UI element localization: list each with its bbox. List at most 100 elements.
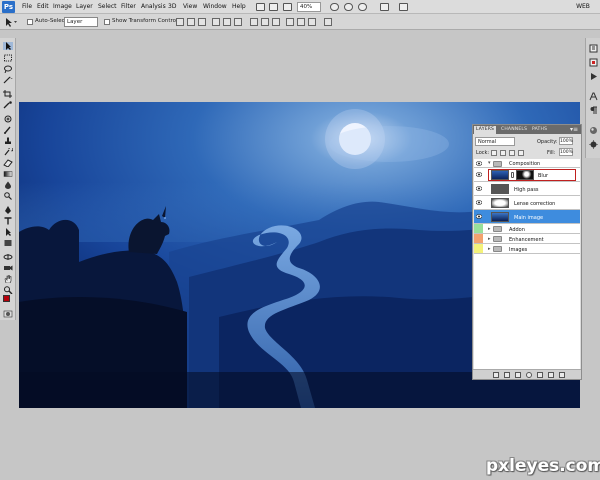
menu-help[interactable]: Help: [232, 3, 246, 10]
layer-mask-thumbnail[interactable]: [516, 170, 534, 180]
navigator-panel-icon[interactable]: [589, 58, 598, 67]
align-left-icon[interactable]: [212, 18, 220, 26]
magic-wand-tool-icon[interactable]: [3, 76, 13, 84]
eraser-tool-icon[interactable]: [3, 159, 13, 167]
align-vertical-center-icon[interactable]: [187, 18, 195, 26]
rotate-view-icon[interactable]: [358, 3, 367, 11]
layer-group-composition[interactable]: ▾ Composition: [474, 159, 580, 168]
eye-icon[interactable]: [476, 161, 482, 166]
quick-mask-icon[interactable]: [3, 310, 13, 318]
crop-tool-icon[interactable]: [3, 90, 13, 98]
layer-group-addon[interactable]: ▸ Addon: [474, 224, 580, 234]
workspace-switcher[interactable]: WEB: [569, 2, 597, 12]
zoom-level[interactable]: 40%: [297, 2, 321, 12]
collapse-icon[interactable]: ▾: [488, 160, 491, 166]
tab-paths[interactable]: PATHS: [530, 126, 549, 134]
add-mask-icon[interactable]: [515, 372, 521, 378]
type-tool-icon[interactable]: [3, 217, 13, 225]
gradient-tool-icon[interactable]: [3, 170, 13, 178]
auto-select-dropdown[interactable]: Layer: [64, 17, 98, 27]
extras-menu-icon[interactable]: [399, 3, 408, 11]
tab-channels[interactable]: CHANNELS: [499, 126, 529, 134]
tab-layers[interactable]: LAYERS: [474, 126, 497, 134]
layer-group-enhancement[interactable]: ▸ Enhancement: [474, 234, 580, 244]
launch-bridge-icon[interactable]: [256, 3, 265, 11]
menu-3d[interactable]: 3D: [168, 3, 176, 10]
zoom-tool-icon[interactable]: [3, 286, 13, 294]
path-selection-tool-icon[interactable]: [3, 228, 13, 236]
distribute-left-icon[interactable]: [286, 18, 294, 26]
menu-edit[interactable]: Edit: [37, 3, 49, 10]
delete-layer-icon[interactable]: [559, 372, 565, 378]
character-panel-icon[interactable]: [589, 92, 598, 101]
blur-tool-icon[interactable]: [3, 181, 13, 189]
link-layers-icon[interactable]: [493, 372, 499, 378]
lock-pixels-icon[interactable]: [500, 150, 506, 156]
eye-icon[interactable]: [476, 172, 482, 177]
brush-tool-icon[interactable]: [3, 126, 13, 134]
lock-transparency-icon[interactable]: [491, 150, 497, 156]
lock-position-icon[interactable]: [509, 150, 515, 156]
3d-panel-icon[interactable]: [589, 126, 598, 135]
3d-rotate-tool-icon[interactable]: [3, 253, 13, 261]
align-bottom-icon[interactable]: [198, 18, 206, 26]
distribute-right-icon[interactable]: [308, 18, 316, 26]
eye-icon[interactable]: [476, 186, 482, 191]
expand-icon[interactable]: ▸: [488, 236, 491, 242]
menu-filter[interactable]: Filter: [121, 3, 136, 10]
menu-analysis[interactable]: Analysis: [141, 3, 166, 10]
opacity-input[interactable]: 100%: [559, 137, 573, 145]
menu-view[interactable]: View: [183, 3, 197, 10]
eye-icon[interactable]: [476, 200, 482, 205]
pen-tool-icon[interactable]: [3, 206, 13, 214]
history-brush-tool-icon[interactable]: [3, 148, 13, 156]
actions-panel-icon[interactable]: [589, 72, 598, 81]
align-right-icon[interactable]: [234, 18, 242, 26]
eyedropper-tool-icon[interactable]: [3, 101, 13, 109]
menu-file[interactable]: File: [22, 3, 32, 10]
move-tool-preset-icon[interactable]: [4, 17, 18, 27]
blend-mode-dropdown[interactable]: Normal: [475, 137, 515, 146]
adjustment-layer-icon[interactable]: [526, 372, 532, 378]
clone-stamp-tool-icon[interactable]: [3, 137, 13, 145]
zoom-icon[interactable]: [344, 3, 353, 11]
lasso-tool-icon[interactable]: [3, 65, 13, 73]
distribute-center-icon[interactable]: [261, 18, 269, 26]
dodge-tool-icon[interactable]: [3, 192, 13, 200]
hand-icon[interactable]: [330, 3, 339, 11]
menu-image[interactable]: Image: [53, 3, 72, 10]
show-transform-checkbox[interactable]: [104, 19, 110, 25]
marquee-tool-icon[interactable]: [3, 54, 13, 62]
view-extras-icon[interactable]: [269, 3, 278, 11]
new-group-icon[interactable]: [537, 372, 543, 378]
layer-main-image[interactable]: Main image: [474, 210, 580, 224]
healing-brush-tool-icon[interactable]: [3, 115, 13, 123]
lock-all-icon[interactable]: [518, 150, 524, 156]
expand-icon[interactable]: ▸: [488, 246, 491, 252]
hand-tool-icon[interactable]: [3, 275, 13, 283]
eye-icon[interactable]: [476, 214, 482, 219]
menu-select[interactable]: Select: [98, 3, 117, 10]
align-horizontal-center-icon[interactable]: [223, 18, 231, 26]
layer-lense-correction[interactable]: Lense correction: [474, 196, 580, 210]
menu-layer[interactable]: Layer: [76, 3, 93, 10]
layer-group-images[interactable]: ▸ Images: [474, 244, 580, 254]
layer-style-icon[interactable]: [504, 372, 510, 378]
foreground-color-swatch[interactable]: [3, 295, 10, 302]
history-panel-icon[interactable]: [589, 44, 598, 53]
screen-mode-icon[interactable]: [380, 3, 389, 11]
auto-select-checkbox[interactable]: [27, 19, 33, 25]
mask-link-icon[interactable]: [511, 172, 514, 178]
new-layer-icon[interactable]: [548, 372, 554, 378]
distribute-horizontal-icon[interactable]: [297, 18, 305, 26]
distribute-top-icon[interactable]: [250, 18, 258, 26]
align-top-icon[interactable]: [176, 18, 184, 26]
move-tool-icon[interactable]: [3, 42, 13, 50]
panel-menu-icon[interactable]: ▾≡: [570, 125, 578, 134]
3d-camera-tool-icon[interactable]: [3, 264, 13, 272]
layer-high-pass[interactable]: High pass: [474, 182, 580, 196]
expand-icon[interactable]: ▸: [488, 226, 491, 232]
arrange-documents-icon[interactable]: [283, 3, 292, 11]
shape-tool-icon[interactable]: [3, 239, 13, 247]
menu-window[interactable]: Window: [203, 3, 227, 10]
